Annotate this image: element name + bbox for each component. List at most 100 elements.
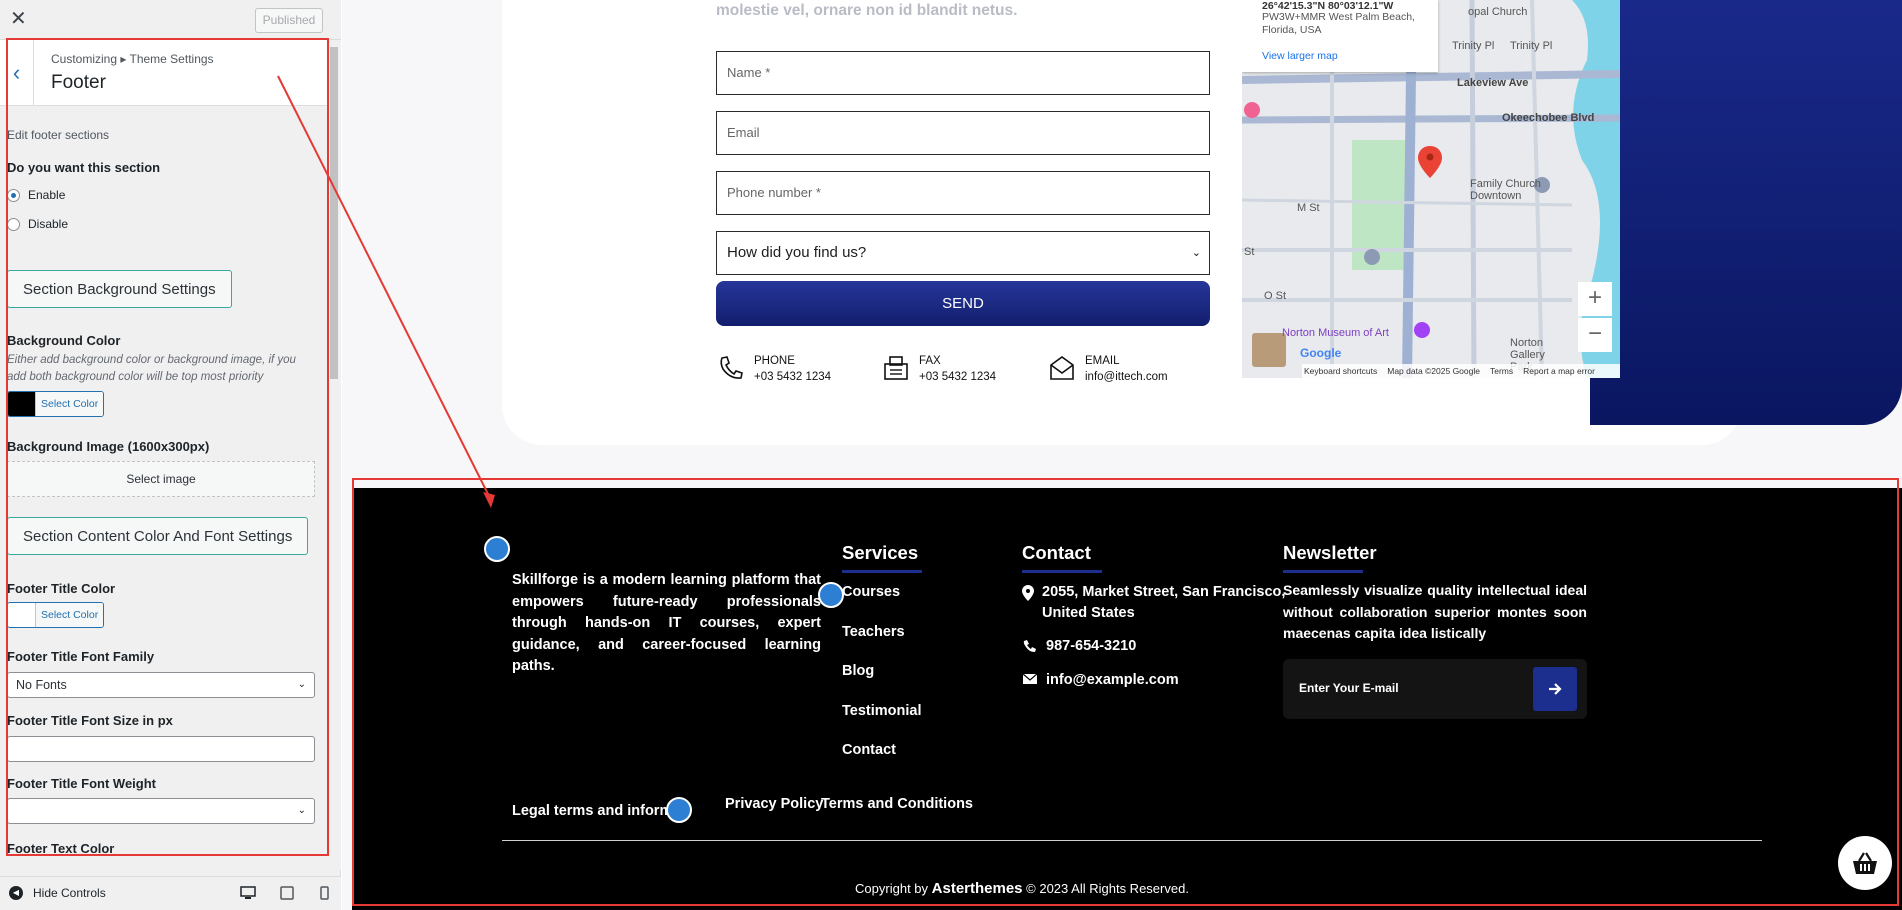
chevron-left-icon: ‹ [12, 60, 21, 85]
map-data-text: Map data ©2025 Google [1387, 366, 1480, 376]
footer-address-text: 2055, Market Street, San Francisco, Unit… [1042, 584, 1286, 621]
phone-icon [1022, 636, 1038, 657]
footer-link-testimonial[interactable]: Testimonial [842, 703, 922, 719]
panel-header: ‹ Customizing ▸ Theme Settings Footer [0, 40, 328, 106]
arrow-right-icon [1549, 683, 1562, 695]
legal-terms-link[interactable]: Legal terms and informat [512, 803, 685, 819]
scrollbar-thumb[interactable] [330, 47, 338, 379]
tablet-preview-icon[interactable] [279, 886, 295, 900]
footer-email[interactable]: info@example.com [1022, 670, 1179, 691]
map-label: Family Church Downtown [1470, 178, 1541, 202]
select-image-button[interactable]: Select image [7, 461, 315, 497]
customizer-footer: ◀ Hide Controls [0, 876, 341, 910]
close-icon[interactable]: ✕ [10, 9, 27, 29]
contact-fax: FAX +03 5432 1234 [881, 353, 996, 385]
footer-title-font-family-select[interactable]: No Fonts ⌄ [7, 672, 315, 698]
footer-title-font-weight-select[interactable]: ⌄ [7, 798, 315, 824]
sidebar-scrollbar[interactable] [328, 40, 341, 870]
desktop-preview-icon[interactable] [240, 886, 256, 900]
customizer-panel: ‹ Customizing ▸ Theme Settings Footer Ed… [0, 40, 341, 870]
footer-title-font-size-label: Footer Title Font Size in px [7, 713, 173, 728]
section-description: Edit footer sections [7, 128, 110, 142]
radio-enable[interactable]: Enable [7, 188, 65, 202]
report-map-error-link[interactable]: Report a map error [1523, 364, 1595, 378]
background-color-description: Either add background color or backgroun… [7, 354, 296, 383]
fax-label: FAX [919, 355, 941, 367]
section-content-color-font-button[interactable]: Section Content Color And Font Settings [7, 517, 309, 555]
background-color-label: Background Color [7, 333, 121, 348]
footer-link-blog[interactable]: Blog [842, 663, 874, 679]
send-button[interactable]: SEND [716, 281, 1210, 326]
cart-button[interactable] [1838, 836, 1892, 890]
edit-pencil-icon[interactable] [818, 582, 844, 608]
section-background-settings-button[interactable]: Section Background Settings [7, 270, 232, 308]
map-label: O St [1264, 290, 1287, 302]
google-map[interactable]: Lakeview Ave Okeechobee Blvd Family Chur… [1242, 0, 1620, 378]
terms-conditions-link[interactable]: Terms and Conditions [821, 796, 973, 812]
find-us-select[interactable]: How did you find us? ⌄ [716, 231, 1210, 275]
footer-link-teachers[interactable]: Teachers [842, 624, 905, 640]
newsletter-email-input[interactable]: Enter Your E-mail [1299, 681, 1399, 695]
map-label: Trinity Pl [1510, 40, 1553, 52]
footer-address: 2055, Market Street, San Francisco, Unit… [1022, 582, 1292, 624]
newsletter-form: Enter Your E-mail [1283, 659, 1587, 719]
map-zoom-out-button[interactable]: − [1578, 318, 1612, 352]
publish-button[interactable]: Published [255, 8, 323, 33]
contact-blue-panel [1590, 0, 1902, 425]
back-button[interactable]: ‹ [0, 40, 34, 106]
newsletter-title: Newsletter [1283, 542, 1377, 573]
map-zoom-in-button[interactable]: + [1578, 282, 1612, 316]
services-title: Services [842, 542, 923, 573]
map-address: PW3W+MMR West Palm Beach, Florida, USA [1262, 11, 1415, 36]
newsletter-submit-button[interactable] [1533, 667, 1577, 711]
keyboard-shortcuts-link[interactable]: Keyboard shortcuts [1304, 364, 1377, 378]
name-input[interactable]: Name * [716, 51, 1210, 95]
footer-email-text: info@example.com [1046, 672, 1179, 688]
envelope-icon [1022, 670, 1038, 691]
email-input[interactable]: Email [716, 111, 1210, 155]
copyright-text: Copyright by Asterthemes © 2023 All Righ… [352, 880, 1692, 897]
footer-title-font-size-input[interactable] [7, 736, 315, 762]
background-color-picker[interactable]: Select Color [7, 391, 105, 417]
radio-disable[interactable]: Disable [7, 217, 68, 231]
view-larger-map-link[interactable]: View larger map [1262, 50, 1338, 62]
mobile-preview-icon[interactable] [316, 886, 332, 900]
footer-title-font-family-label: Footer Title Font Family [7, 649, 155, 664]
page-title: Footer [51, 72, 106, 93]
chevron-down-icon: ⌄ [297, 679, 306, 690]
radio-unchecked-icon[interactable] [7, 217, 20, 231]
chevron-down-icon: ⌄ [297, 805, 306, 816]
color-swatch [8, 603, 36, 627]
footer-title-font-weight-label: Footer Title Font Weight [7, 776, 157, 791]
email-value: info@ittech.com [1085, 371, 1168, 383]
radio-enable-label: Enable [28, 188, 66, 202]
edit-pencil-icon[interactable] [484, 536, 510, 562]
edit-pencil-icon[interactable] [666, 797, 692, 823]
copyright-brand-link[interactable]: Asterthemes [932, 880, 1023, 897]
google-logo: Google [1300, 346, 1342, 360]
footer-link-courses[interactable]: Courses [842, 584, 900, 600]
footer-link-contact[interactable]: Contact [842, 742, 896, 758]
select-value: No Fonts [16, 678, 67, 692]
footer-phone[interactable]: 987-654-3210 [1022, 636, 1136, 657]
copyright-prefix: Copyright by [855, 881, 929, 896]
site-footer: Skillforge is a modern learning platform… [352, 488, 1902, 910]
phone-value: +03 5432 1234 [754, 371, 832, 383]
phone-icon [720, 356, 743, 379]
site-preview: Enim tempor eget pharetra facilisis sed … [342, 0, 1902, 910]
background-image-label: Background Image (1600x300px) [7, 439, 210, 454]
terms-link[interactable]: Terms [1490, 364, 1513, 378]
footer-title-color-picker[interactable]: Select Color [7, 602, 105, 628]
customizer-header: ✕ Published [0, 0, 341, 40]
hide-controls-label: Hide Controls [33, 886, 106, 900]
footer-title-color-label: Footer Title Color [7, 581, 116, 596]
hide-controls-button[interactable]: ◀ Hide Controls [9, 886, 106, 900]
radio-checked-icon[interactable] [7, 188, 20, 202]
section-question-label: Do you want this section [7, 160, 161, 175]
chevron-down-icon: ⌄ [1191, 247, 1201, 259]
map-attribution: Keyboard shortcuts Map data ©2025 Google… [1302, 364, 1620, 378]
map-label: Lakeview Ave [1457, 77, 1529, 89]
map-label: Okeechobee Blvd [1502, 112, 1595, 124]
privacy-policy-link[interactable]: Privacy Policy [725, 796, 823, 812]
phone-input[interactable]: Phone number * [716, 171, 1210, 215]
